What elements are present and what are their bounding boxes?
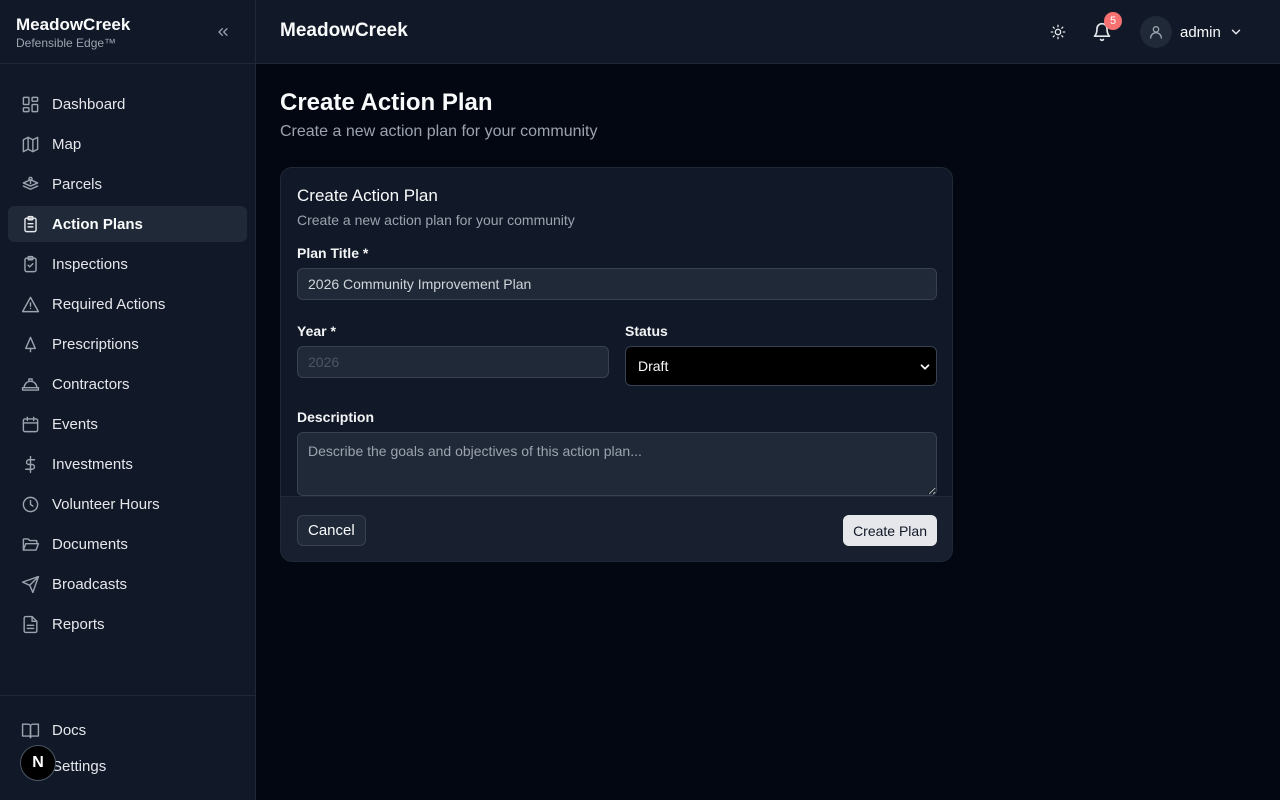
card-footer: Cancel Create Plan bbox=[281, 496, 952, 561]
clipboard-list-icon bbox=[20, 214, 40, 234]
avatar bbox=[1140, 16, 1172, 48]
sidebar-item-label: Action Plans bbox=[52, 215, 143, 233]
sidebar-item-parcels[interactable]: Parcels bbox=[8, 166, 247, 202]
chevrons-left-icon bbox=[218, 27, 228, 36]
brand-name: MeadowCreek bbox=[16, 15, 131, 34]
file-text-icon bbox=[20, 614, 40, 634]
plan-title-label: Plan Title * bbox=[297, 245, 369, 261]
description-label: Description bbox=[297, 409, 375, 425]
sidebar-item-label: Required Actions bbox=[52, 295, 166, 313]
sidebar-item-label: Investments bbox=[52, 455, 133, 473]
dollar-icon bbox=[20, 454, 40, 474]
warning-triangle-icon bbox=[20, 294, 40, 314]
sidebar-item-broadcasts[interactable]: Broadcasts bbox=[8, 566, 247, 602]
brand-tagline: Defensible Edge™ bbox=[16, 36, 117, 50]
sidebar-item-label: Dashboard bbox=[52, 95, 126, 113]
notification-count-badge: 5 bbox=[1104, 12, 1122, 30]
year-label: Year * bbox=[297, 323, 336, 339]
sidebar-item-label: Contractors bbox=[52, 375, 130, 393]
sidebar-item-prescriptions[interactable]: Prescriptions bbox=[8, 326, 247, 362]
sidebar-item-label: Broadcasts bbox=[52, 575, 128, 593]
sidebar-nav: Dashboard Map Parcels Action Plans Inspe… bbox=[8, 86, 247, 646]
sidebar-item-label: Map bbox=[52, 135, 82, 153]
sidebar-item-label: Inspections bbox=[52, 255, 128, 273]
status-selected-value: Draft bbox=[638, 358, 669, 374]
sidebar-item-inspections[interactable]: Inspections bbox=[8, 246, 247, 282]
user-menu[interactable]: admin bbox=[1140, 16, 1243, 48]
create-plan-button[interactable]: Create Plan bbox=[843, 515, 937, 546]
sidebar-item-map[interactable]: Map bbox=[8, 126, 247, 162]
user-icon bbox=[1150, 26, 1162, 39]
folder-open-icon bbox=[20, 534, 40, 554]
collapse-sidebar-button[interactable] bbox=[213, 22, 233, 42]
theme-toggle-button[interactable] bbox=[1046, 20, 1070, 44]
create-action-plan-card: Create Action Plan Create a new action p… bbox=[280, 167, 953, 562]
card-title: Create Action Plan bbox=[297, 186, 438, 205]
chevron-down-icon bbox=[1229, 25, 1243, 39]
sidebar-item-volunteer-hours[interactable]: Volunteer Hours bbox=[8, 486, 247, 522]
sidebar-item-reports[interactable]: Reports bbox=[8, 606, 247, 642]
sidebar-item-label: Documents bbox=[52, 535, 128, 553]
sidebar-item-label: Settings bbox=[52, 757, 107, 775]
chevron-down-icon bbox=[918, 360, 932, 377]
clipboard-check-icon bbox=[20, 254, 40, 274]
year-input[interactable] bbox=[297, 346, 609, 378]
sidebar: MeadowCreek Defensible Edge™ Dashboard M… bbox=[0, 0, 256, 800]
calendar-icon bbox=[20, 414, 40, 434]
sidebar-item-label: Reports bbox=[52, 615, 105, 633]
status-select[interactable]: Draft bbox=[625, 346, 937, 386]
sidebar-item-label: Docs bbox=[52, 721, 87, 739]
card-subtitle: Create a new action plan for your commun… bbox=[297, 212, 575, 228]
sidebar-item-label: Prescriptions bbox=[52, 335, 139, 353]
sidebar-item-dashboard[interactable]: Dashboard bbox=[8, 86, 247, 122]
plan-title-input[interactable] bbox=[297, 268, 937, 300]
sidebar-item-docs[interactable]: Docs bbox=[8, 712, 247, 748]
description-textarea[interactable] bbox=[297, 432, 937, 496]
book-icon bbox=[20, 720, 40, 740]
floating-n-badge[interactable]: N bbox=[20, 745, 56, 781]
sidebar-item-investments[interactable]: Investments bbox=[8, 446, 247, 482]
page-subtitle: Create a new action plan for your commun… bbox=[280, 123, 598, 140]
sun-icon bbox=[1050, 24, 1066, 40]
sidebar-item-required-actions[interactable]: Required Actions bbox=[8, 286, 247, 322]
header-title: MeadowCreek bbox=[280, 20, 408, 41]
cancel-button[interactable]: Cancel bbox=[297, 515, 366, 546]
top-header: MeadowCreek 5 admin bbox=[256, 0, 1280, 64]
status-label: Status bbox=[625, 323, 668, 339]
sidebar-item-action-plans[interactable]: Action Plans bbox=[8, 206, 247, 242]
sidebar-item-label: Parcels bbox=[52, 175, 103, 193]
hard-hat-icon bbox=[20, 374, 40, 394]
dashboard-icon bbox=[20, 94, 40, 114]
clock-icon bbox=[20, 494, 40, 514]
sidebar-item-documents[interactable]: Documents bbox=[8, 526, 247, 562]
page-title: Create Action Plan bbox=[280, 89, 493, 116]
sidebar-item-contractors[interactable]: Contractors bbox=[8, 366, 247, 402]
brand: MeadowCreek Defensible Edge™ bbox=[0, 0, 255, 64]
parcels-icon bbox=[20, 174, 40, 194]
tree-icon bbox=[20, 334, 40, 354]
sidebar-item-label: Volunteer Hours bbox=[52, 495, 160, 513]
send-icon bbox=[20, 574, 40, 594]
user-name: admin bbox=[1180, 23, 1221, 41]
map-icon bbox=[20, 134, 40, 154]
sidebar-item-events[interactable]: Events bbox=[8, 406, 247, 442]
sidebar-item-label: Events bbox=[52, 415, 98, 433]
